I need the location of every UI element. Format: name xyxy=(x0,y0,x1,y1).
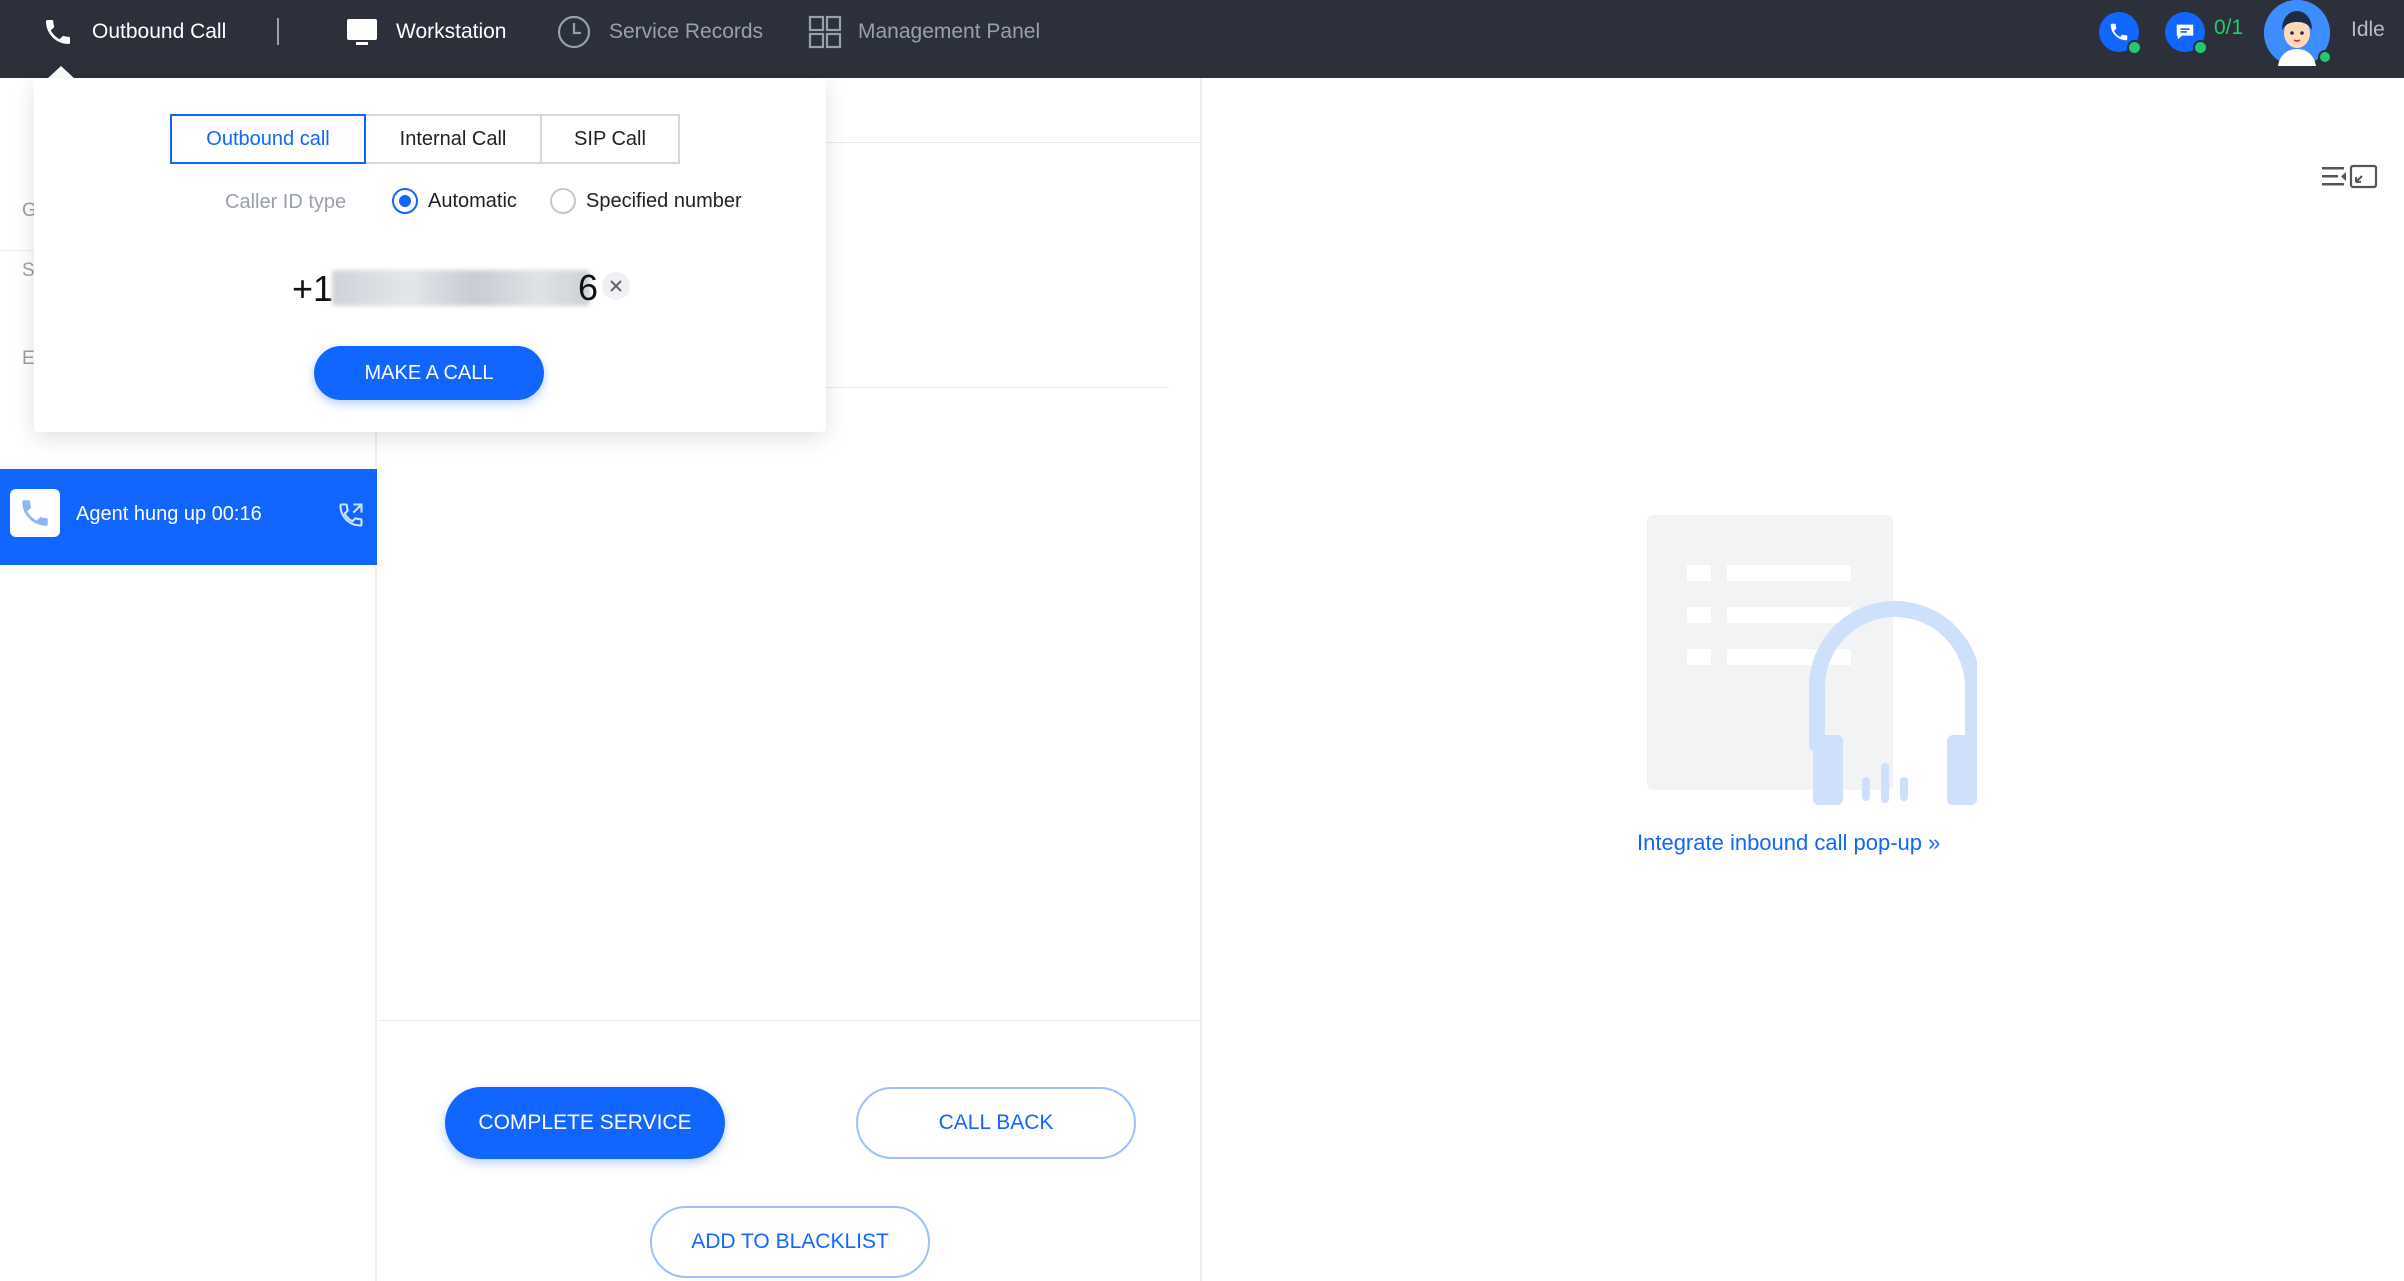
tab-outbound-call[interactable]: Outbound call xyxy=(170,114,366,164)
grid-icon xyxy=(808,15,842,49)
clock-icon xyxy=(557,15,591,49)
nav-management-panel-label: Management Panel xyxy=(858,20,1041,43)
caller-id-type-label: Caller ID type xyxy=(225,191,347,213)
session-counter: 0/1 xyxy=(2214,16,2244,39)
nav-separator xyxy=(277,18,279,45)
left-ghost-letter-2: S xyxy=(22,260,35,281)
avatar-online-indicator xyxy=(2318,50,2332,64)
nav-service-records[interactable]: Service Records xyxy=(557,0,763,64)
caller-id-automatic-radio[interactable]: Automatic xyxy=(392,188,517,214)
phone-status-icon[interactable] xyxy=(2099,12,2142,55)
call-callback-icon xyxy=(337,501,365,534)
nav-management-panel[interactable]: Management Panel xyxy=(808,0,1040,64)
nav-outbound-call[interactable]: Outbound Call xyxy=(42,0,226,64)
layout-toggle-icon[interactable] xyxy=(2320,164,2378,195)
top-navigation-bar: Outbound Call Workstation Service Record… xyxy=(0,0,2404,79)
phone-last-digit: 6 xyxy=(578,267,599,308)
mid-footer-divider xyxy=(379,1020,1202,1021)
chat-online-indicator xyxy=(2193,40,2208,55)
avatar[interactable] xyxy=(2264,0,2332,66)
call-back-button[interactable]: CALL BACK xyxy=(856,1087,1136,1159)
close-icon xyxy=(610,280,622,292)
call-item-status: Agent hung up 00:16 xyxy=(76,503,262,525)
radio-unchecked-indicator xyxy=(550,188,576,214)
nav-workstation-label: Workstation xyxy=(396,20,507,43)
redacted-phone-digits xyxy=(332,270,590,306)
caller-id-specified-label: Specified number xyxy=(586,189,742,212)
left-ghost-letter-3: E xyxy=(22,348,35,369)
caller-id-specified-radio[interactable]: Specified number xyxy=(550,188,742,214)
chat-status-icon[interactable] xyxy=(2165,12,2208,55)
nav-service-records-label: Service Records xyxy=(609,20,764,43)
phone-icon xyxy=(22,500,48,526)
tab-internal-call[interactable]: Internal Call xyxy=(364,114,542,164)
integrate-inbound-popup-link[interactable]: Integrate inbound call pop-up » xyxy=(1637,830,1940,856)
call-item-avatar xyxy=(10,489,60,537)
outbound-dialer-popup: Outbound call Internal Call SIP Call Cal… xyxy=(34,78,826,432)
tab-sip-call[interactable]: SIP Call xyxy=(540,114,680,164)
make-a-call-button[interactable]: MAKE A CALL xyxy=(314,346,544,400)
monitor-icon xyxy=(346,17,378,47)
caller-id-automatic-label: Automatic xyxy=(428,189,517,212)
headset-document-illustration xyxy=(1647,515,1981,820)
dialer-tabs: Outbound call Internal Call SIP Call xyxy=(170,114,680,164)
add-to-blacklist-button[interactable]: ADD TO BLACKLIST xyxy=(650,1206,930,1278)
phone-icon xyxy=(42,16,74,48)
clear-input-button[interactable] xyxy=(602,272,630,300)
radio-checked-indicator xyxy=(392,188,418,214)
nav-workstation[interactable]: Workstation xyxy=(346,0,507,64)
call-list-item[interactable]: Agent hung up 00:16 xyxy=(0,469,377,565)
integration-panel: Integrate inbound call pop-up » xyxy=(1204,78,2404,1281)
phone-online-indicator xyxy=(2127,40,2142,55)
nav-outbound-call-label: Outbound Call xyxy=(92,20,227,43)
agent-status[interactable]: Idle xyxy=(2351,18,2385,42)
complete-service-button[interactable]: COMPLETE SERVICE xyxy=(445,1087,725,1159)
